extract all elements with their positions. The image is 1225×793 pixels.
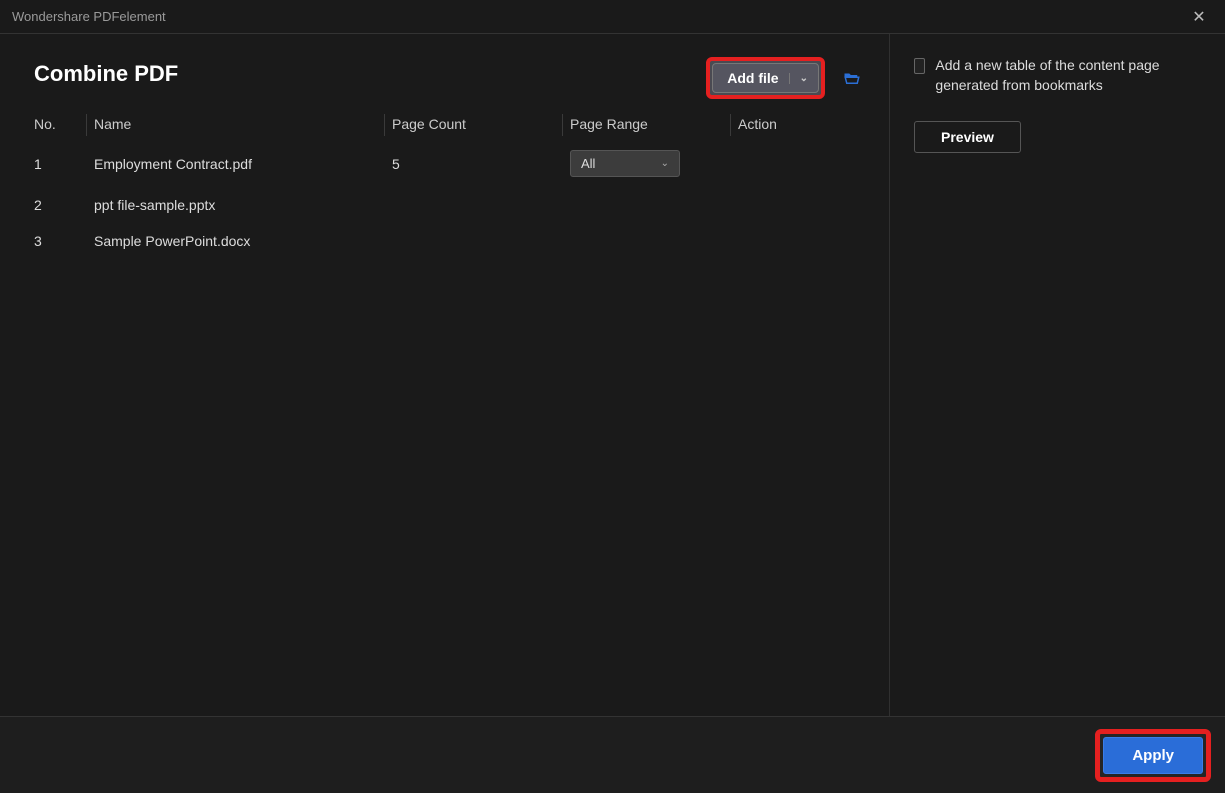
main-panel: Combine PDF Add file ⌄ No. Name bbox=[0, 34, 890, 716]
add-file-label: Add file bbox=[727, 70, 778, 86]
folder-open-icon bbox=[843, 69, 861, 87]
side-panel: Add a new table of the content page gene… bbox=[890, 34, 1225, 716]
close-icon: ✕ bbox=[1192, 7, 1205, 27]
footer: Apply bbox=[0, 716, 1225, 793]
page-title: Combine PDF bbox=[34, 61, 178, 87]
header-row: Combine PDF Add file ⌄ bbox=[34, 54, 871, 102]
table-row[interactable]: 3 Sample PowerPoint.docx bbox=[34, 223, 871, 259]
cell-pagecount: 5 bbox=[392, 156, 570, 172]
toc-checkbox[interactable] bbox=[914, 58, 925, 74]
cell-no: 1 bbox=[34, 156, 94, 172]
table-row[interactable]: 2 ppt file-sample.pptx bbox=[34, 187, 871, 223]
close-button[interactable]: ✕ bbox=[1185, 3, 1213, 31]
cell-name: Employment Contract.pdf bbox=[94, 156, 392, 172]
cell-name: ppt file-sample.pptx bbox=[94, 197, 392, 213]
col-header-pagecount: Page Count bbox=[392, 116, 570, 132]
titlebar: Wondershare PDFelement ✕ bbox=[0, 0, 1225, 34]
preview-button[interactable]: Preview bbox=[914, 121, 1021, 153]
chevron-down-icon[interactable]: ⌄ bbox=[789, 73, 810, 84]
table-row[interactable]: 1 Employment Contract.pdf 5 All ⌄ bbox=[34, 140, 871, 187]
col-header-name: Name bbox=[94, 116, 392, 132]
chevron-down-icon: ⌄ bbox=[661, 158, 669, 169]
cell-name: Sample PowerPoint.docx bbox=[94, 233, 392, 249]
apply-highlight: Apply bbox=[1095, 729, 1211, 782]
open-folder-button[interactable] bbox=[843, 69, 861, 87]
table-header: No. Name Page Count Page Range Action bbox=[34, 108, 871, 140]
col-header-action: Action bbox=[738, 116, 838, 132]
add-file-button[interactable]: Add file ⌄ bbox=[712, 63, 819, 93]
apply-button[interactable]: Apply bbox=[1103, 737, 1203, 774]
toc-checkbox-label: Add a new table of the content page gene… bbox=[935, 56, 1201, 95]
cell-no: 2 bbox=[34, 197, 94, 213]
cell-no: 3 bbox=[34, 233, 94, 249]
add-file-highlight: Add file ⌄ bbox=[706, 57, 825, 99]
col-header-no: No. bbox=[34, 116, 94, 132]
toc-checkbox-row[interactable]: Add a new table of the content page gene… bbox=[914, 56, 1201, 95]
col-header-pagerange: Page Range bbox=[570, 116, 738, 132]
page-range-select[interactable]: All ⌄ bbox=[570, 150, 680, 177]
page-range-value: All bbox=[581, 156, 595, 171]
header-actions: Add file ⌄ bbox=[706, 57, 861, 99]
app-title: Wondershare PDFelement bbox=[12, 9, 166, 24]
cell-pagerange: All ⌄ bbox=[570, 150, 738, 177]
content-area: Combine PDF Add file ⌄ No. Name bbox=[0, 34, 1225, 716]
